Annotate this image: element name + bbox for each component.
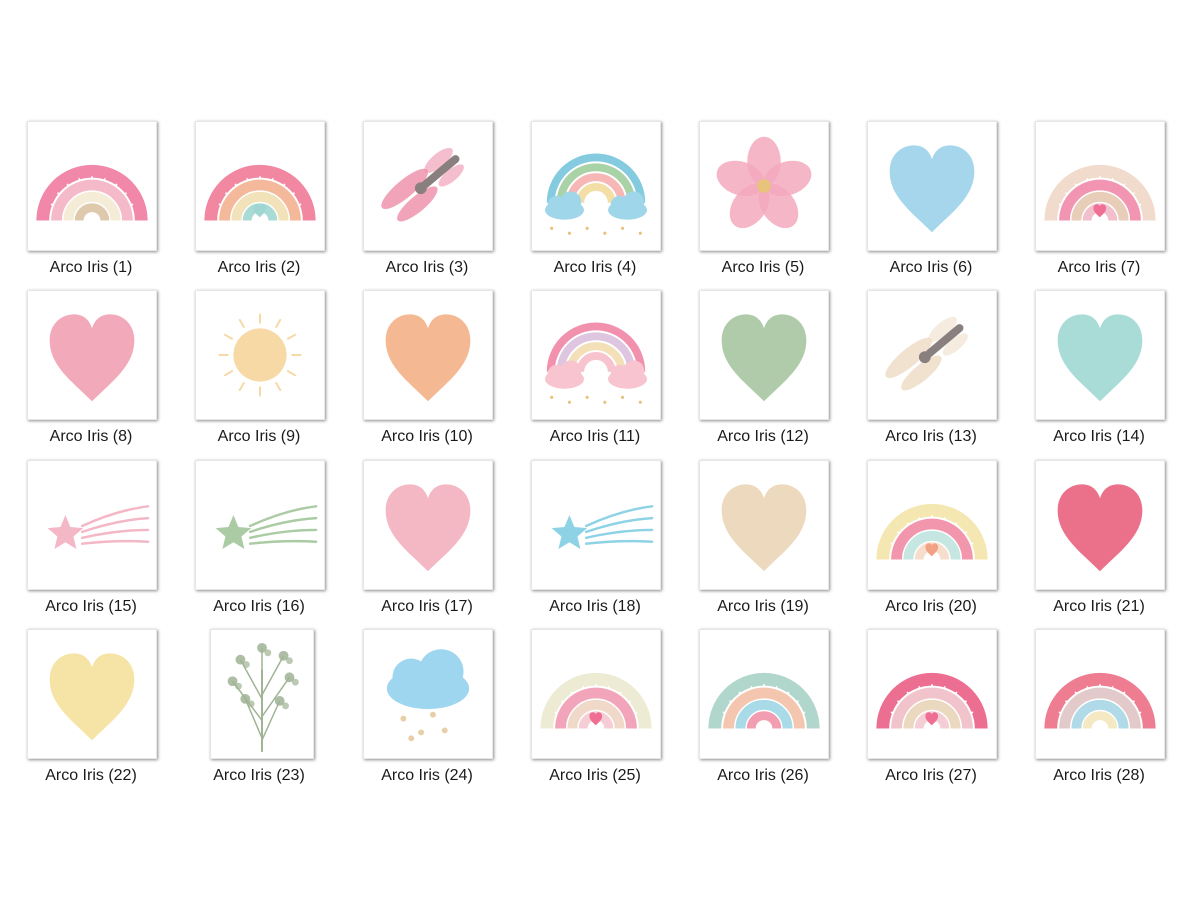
file-name-label: Arco Iris (21) (1053, 598, 1145, 615)
file-item[interactable]: Arco Iris (13) (840, 290, 1008, 460)
file-item[interactable]: Arco Iris (10) (336, 290, 504, 460)
file-item[interactable]: Arco Iris (23) (168, 629, 336, 799)
file-name-label: Arco Iris (28) (1053, 767, 1145, 784)
file-name-label: Arco Iris (20) (885, 598, 977, 615)
rainbow-icon[interactable] (531, 629, 661, 759)
file-item[interactable]: Arco Iris (17) (336, 460, 504, 630)
heart-icon[interactable] (27, 629, 157, 759)
file-name-label: Arco Iris (9) (217, 428, 301, 445)
dragonfly-icon[interactable] (867, 290, 997, 420)
rainbow-icon[interactable] (867, 629, 997, 759)
file-name-label: Arco Iris (14) (1053, 428, 1145, 445)
flower-icon[interactable] (699, 121, 829, 251)
file-name-label: Arco Iris (27) (885, 767, 977, 784)
file-name-label: Arco Iris (26) (717, 767, 809, 784)
rainbow-cloud-icon[interactable] (531, 290, 661, 420)
dragonfly-icon[interactable] (363, 121, 493, 251)
file-name-label: Arco Iris (2) (217, 259, 301, 276)
file-item[interactable]: Arco Iris (18) (504, 460, 672, 630)
heart-icon[interactable] (363, 290, 493, 420)
file-item[interactable]: Arco Iris (4) (504, 121, 672, 291)
file-item[interactable]: Arco Iris (19) (672, 460, 840, 630)
file-name-label: Arco Iris (19) (717, 598, 809, 615)
file-name-label: Arco Iris (1) (49, 259, 133, 276)
file-item[interactable]: Arco Iris (12) (672, 290, 840, 460)
rainbow-icon[interactable] (1035, 121, 1165, 251)
rainbow-icon[interactable] (195, 121, 325, 251)
heart-icon[interactable] (699, 290, 829, 420)
branch-icon[interactable] (210, 629, 314, 759)
file-name-label: Arco Iris (7) (1057, 259, 1141, 276)
file-item[interactable]: Arco Iris (24) (336, 629, 504, 799)
file-item[interactable]: Arco Iris (25) (504, 629, 672, 799)
file-item[interactable]: Arco Iris (28) (1008, 629, 1176, 799)
file-name-label: Arco Iris (15) (45, 598, 137, 615)
file-name-label: Arco Iris (23) (213, 767, 305, 784)
heart-icon[interactable] (363, 460, 493, 590)
rainbow-cloud-icon[interactable] (531, 121, 661, 251)
file-item[interactable]: Arco Iris (27) (840, 629, 1008, 799)
file-item[interactable]: Arco Iris (1) (0, 121, 168, 291)
file-name-label: Arco Iris (22) (45, 767, 137, 784)
file-item[interactable]: Arco Iris (3) (336, 121, 504, 291)
heart-icon[interactable] (27, 290, 157, 420)
file-name-label: Arco Iris (8) (49, 428, 133, 445)
file-name-label: Arco Iris (24) (381, 767, 473, 784)
thumbnail-grid: Arco Iris (1) Arco Iris (2) Arco Iris (3)… (0, 0, 1200, 899)
sun-icon[interactable] (195, 290, 325, 420)
file-item[interactable]: Arco Iris (14) (1008, 290, 1176, 460)
file-name-label: Arco Iris (5) (721, 259, 805, 276)
file-name-label: Arco Iris (12) (717, 428, 809, 445)
file-name-label: Arco Iris (3) (385, 259, 469, 276)
heart-icon[interactable] (1035, 460, 1165, 590)
heart-icon[interactable] (1035, 290, 1165, 420)
file-item[interactable]: Arco Iris (5) (672, 121, 840, 291)
file-name-label: Arco Iris (18) (549, 598, 641, 615)
file-name-label: Arco Iris (16) (213, 598, 305, 615)
file-item[interactable]: Arco Iris (20) (840, 460, 1008, 630)
shooting-star-icon[interactable] (27, 460, 157, 590)
file-item[interactable]: Arco Iris (15) (0, 460, 168, 630)
heart-icon[interactable] (699, 460, 829, 590)
file-name-label: Arco Iris (10) (381, 428, 473, 445)
file-item[interactable]: Arco Iris (11) (504, 290, 672, 460)
file-name-label: Arco Iris (4) (553, 259, 637, 276)
shooting-star-icon[interactable] (531, 460, 661, 590)
file-item[interactable]: Arco Iris (26) (672, 629, 840, 799)
file-name-label: Arco Iris (13) (885, 428, 977, 445)
file-item[interactable]: Arco Iris (21) (1008, 460, 1176, 630)
file-item[interactable]: Arco Iris (22) (0, 629, 168, 799)
file-item[interactable]: Arco Iris (8) (0, 290, 168, 460)
file-name-label: Arco Iris (6) (889, 259, 973, 276)
file-name-label: Arco Iris (17) (381, 598, 473, 615)
file-name-label: Arco Iris (11) (549, 428, 641, 445)
file-item[interactable]: Arco Iris (2) (168, 121, 336, 291)
rainbow-icon[interactable] (699, 629, 829, 759)
shooting-star-icon[interactable] (195, 460, 325, 590)
heart-icon[interactable] (867, 121, 997, 251)
file-item[interactable]: Arco Iris (16) (168, 460, 336, 630)
cloud-stars-icon[interactable] (363, 629, 493, 759)
file-name-label: Arco Iris (25) (549, 767, 641, 784)
file-item[interactable]: Arco Iris (6) (840, 121, 1008, 291)
rainbow-icon[interactable] (867, 460, 997, 590)
rainbow-icon[interactable] (27, 121, 157, 251)
rainbow-icon[interactable] (1035, 629, 1165, 759)
file-item[interactable]: Arco Iris (9) (168, 290, 336, 460)
file-item[interactable]: Arco Iris (7) (1008, 121, 1176, 291)
